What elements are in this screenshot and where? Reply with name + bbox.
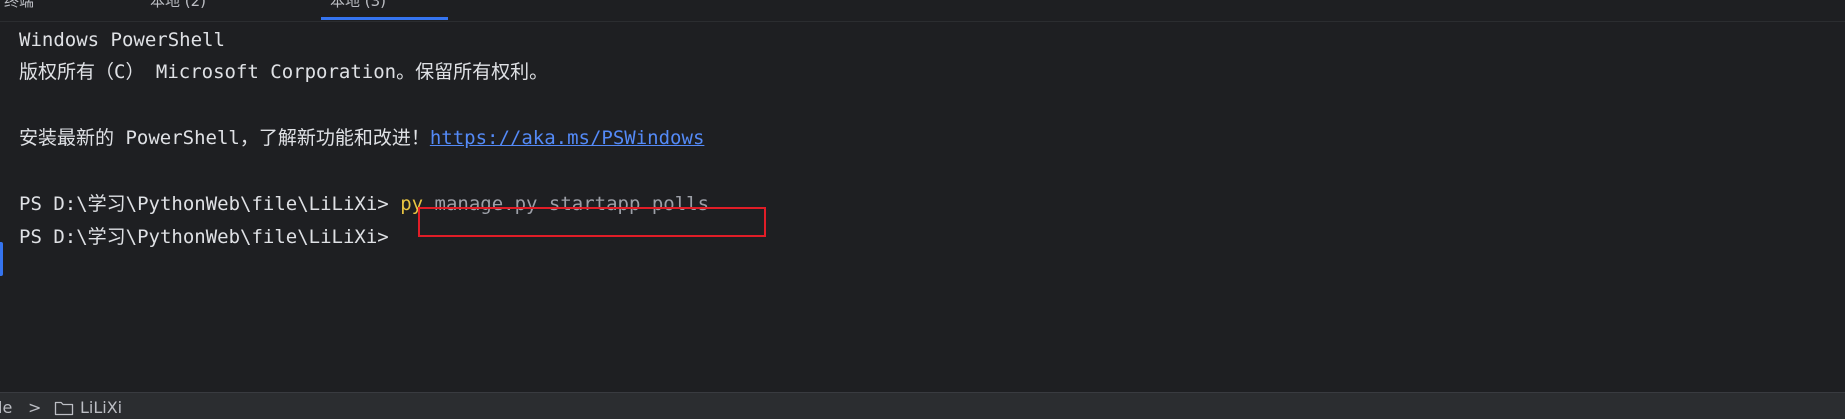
folder-icon	[54, 401, 74, 416]
current-line-marker	[0, 242, 3, 276]
tab-local-2[interactable]: 本地 (2)	[150, 0, 206, 20]
install-text: 安装最新的 PowerShell，了解新功能和改进！	[19, 127, 430, 149]
install-line: 安装最新的 PowerShell，了解新功能和改进！https://aka.ms…	[19, 125, 704, 151]
current-prompt-line[interactable]: PS D:\学习\PythonWeb\file\LiLiXi>	[19, 224, 389, 250]
active-tab-indicator	[321, 17, 448, 20]
breadcrumb-separator: >	[28, 398, 42, 417]
terminal-tab-strip: 终端 本地 (2) 本地 (3)	[0, 0, 1845, 22]
banner-title: Windows PowerShell	[19, 29, 225, 51]
command-highlight-box	[418, 207, 766, 237]
tab-terminal[interactable]: 终端	[4, 0, 34, 20]
breadcrumb-partial[interactable]: le	[0, 399, 12, 417]
breadcrumb-folder[interactable]: LiLiXi	[80, 399, 122, 417]
prompt: PS D:\学习\PythonWeb\file\LiLiXi>	[19, 193, 389, 215]
prompt-current: PS D:\学习\PythonWeb\file\LiLiXi>	[19, 226, 389, 248]
copyright-line: 版权所有（C） Microsoft Corporation。保留所有权利。	[19, 61, 549, 83]
pswindows-link[interactable]: https://aka.ms/PSWindows	[430, 127, 705, 149]
status-bar: le > LiLiXi	[0, 392, 1845, 419]
terminal-output[interactable]: Windows PowerShell 版权所有（C） Microsoft Cor…	[0, 22, 1845, 390]
